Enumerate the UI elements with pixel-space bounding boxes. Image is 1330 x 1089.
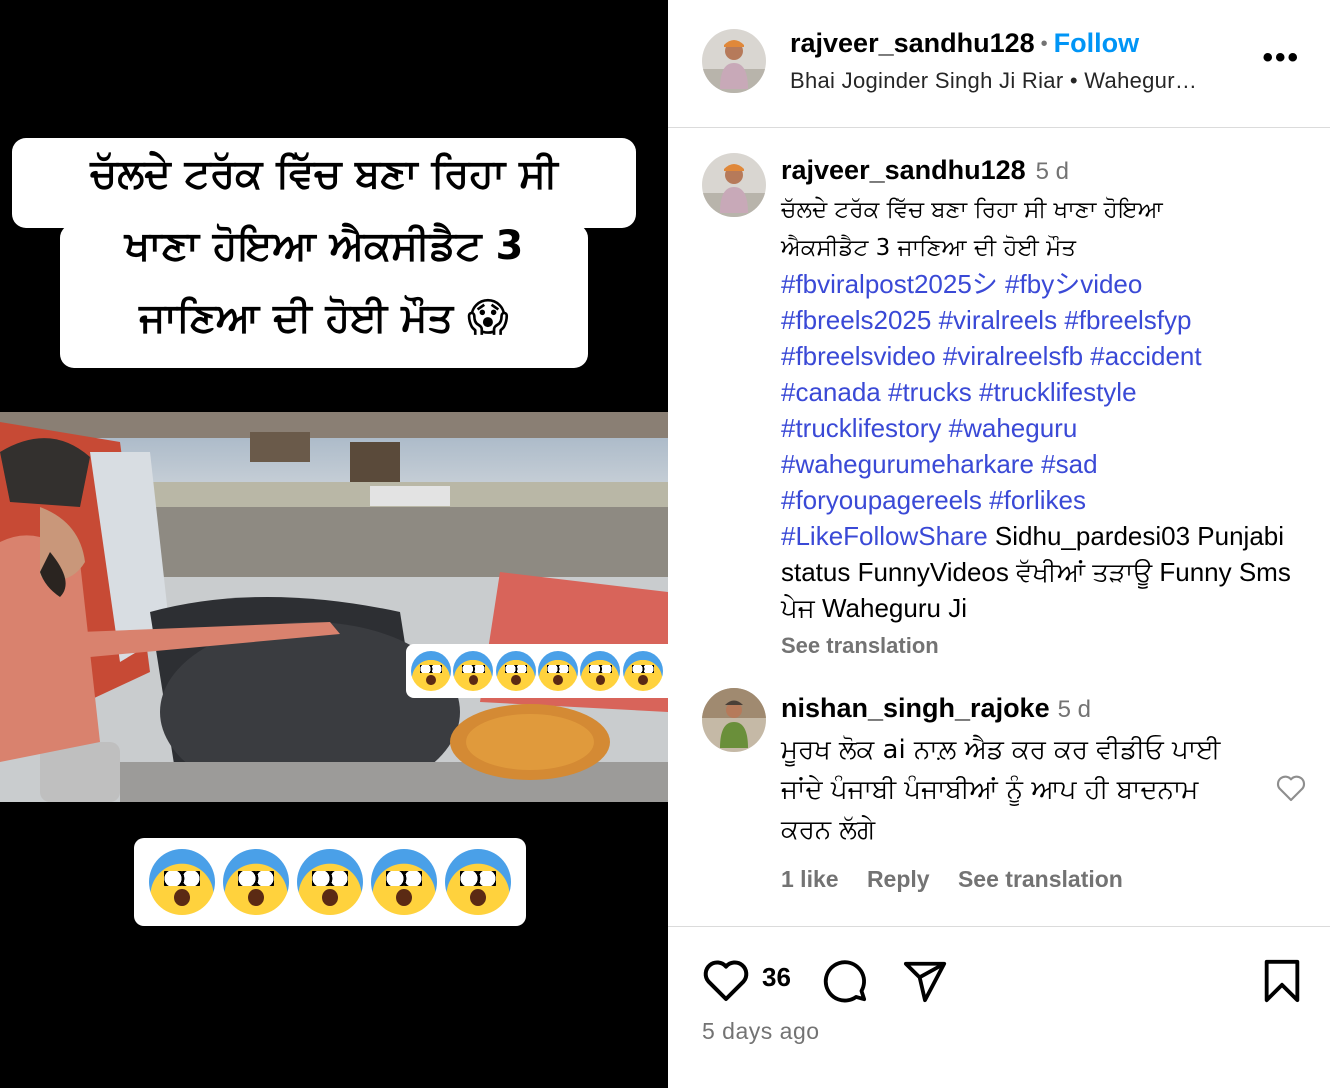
header-title: rajveer_sandhu128 • Follow <box>790 28 1139 59</box>
hashtag-link[interactable]: #fbreels2025 <box>781 305 931 335</box>
hashtag-link[interactable]: #canada <box>781 377 881 407</box>
caption-time: 5 d <box>1035 158 1070 185</box>
scream-emoji <box>223 849 289 915</box>
header-username[interactable]: rajveer_sandhu128 <box>790 28 1035 58</box>
heart-icon[interactable] <box>702 958 750 1002</box>
comment-reply-button[interactable]: Reply <box>867 866 930 892</box>
comment-item: nishan_singh_rajoke 5 d ਮੂਰਖ ਲੋਕ ai ਨਾਲ਼ … <box>781 690 1221 850</box>
post-viewer: ਚੱਲਦੇ ਟਰੱਕ ਵਿੱਚ ਬਣਾ ਰਿਹਾ ਸੀ ਖਾਣਾ ਹੋਇਆ ਐਕ… <box>0 0 1330 1088</box>
scream-emoji <box>297 849 363 915</box>
hashtag-link[interactable]: #LikeFollowShare <box>781 521 988 551</box>
hashtag-link[interactable]: #trucklifestory <box>781 413 941 443</box>
overlay-caption: ਚੱਲਦੇ ਟਰੱਕ ਵਿੱਚ ਬਣਾ ਰਿਹਾ ਸੀ ਖਾਣਾ ਹੋਇਆ ਐਕ… <box>12 138 636 354</box>
comment-actions: 1 like Reply See translation <box>781 866 1145 893</box>
comment-like-count[interactable]: 1 like <box>781 866 839 892</box>
avatar[interactable] <box>702 153 766 217</box>
hashtag-link[interactable]: #trucklifestyle <box>979 377 1137 407</box>
scream-emoji <box>453 651 494 691</box>
hashtag-link[interactable]: #sad <box>1041 449 1097 479</box>
hashtag-link[interactable]: #fbreelsvideo <box>781 341 936 371</box>
scream-emoji <box>622 651 663 691</box>
scream-emoji <box>495 651 536 691</box>
caption-username[interactable]: rajveer_sandhu128 <box>781 155 1026 185</box>
comment-like-icon[interactable] <box>1275 773 1307 803</box>
separator: • <box>1040 33 1048 56</box>
post-media[interactable]: ਚੱਲਦੇ ਟਰੱਕ ਵਿੱਚ ਬਣਾ ਰਿਹਾ ਸੀ ਖਾਣਾ ਹੋਇਆ ਐਕ… <box>0 0 668 1088</box>
post-caption: rajveer_sandhu128 5 d ਚੱਲਦੇ ਟਰੱਕ ਵਿੱਚ ਬਣਾ… <box>781 152 1301 664</box>
hashtag-link[interactable]: #accident <box>1090 341 1201 371</box>
scream-emoji <box>411 651 452 691</box>
hashtag-link[interactable]: #waheguru <box>949 413 1078 443</box>
caption-text: ਚੱਲਦੇ ਟਰੱਕ ਵਿੱਚ ਬਣਾ ਰਿਹਾ ਸੀ ਖਾਣਾ ਹੋਇਆ <box>781 197 1163 223</box>
video-frame <box>0 412 668 802</box>
like-count[interactable]: 36 <box>762 962 791 993</box>
follow-button[interactable]: Follow <box>1054 28 1139 58</box>
caption-text: ਐਕਸੀਡੈਟ 3 ਜਾਣਿਆ ਦੀ ਹੋਈ ਮੌਤ <box>781 235 1076 261</box>
comment-icon[interactable] <box>822 958 868 1004</box>
post-details-panel: rajveer_sandhu128 • Follow Bhai Joginder S… <box>668 0 1330 1088</box>
comment-see-translation[interactable]: See translation <box>958 866 1123 892</box>
hashtag-link[interactable]: #forlikes <box>989 485 1086 515</box>
scream-emoji <box>149 849 215 915</box>
overlay-line: ਚੱਲਦੇ ਟਰੱਕ ਵਿੱਚ ਬਣਾ ਰਿਹਾ ਸੀ <box>90 151 558 197</box>
action-bar <box>668 926 1330 1089</box>
hashtag-link[interactable]: #viralreels <box>939 305 1058 335</box>
hashtag-link[interactable]: #foryoupagereels <box>781 485 982 515</box>
overlay-line: ਜਾਣਿਆ ਦੀ ਹੋਈ ਮੌਤ 😱 <box>139 295 509 341</box>
hashtag-link[interactable]: #viralreelsfb <box>943 341 1083 371</box>
bookmark-icon[interactable] <box>1262 958 1302 1004</box>
hashtag-link[interactable]: #fbreelsfyp <box>1064 305 1191 335</box>
comment-text: ਮੂਰਖ ਲੋਕ ai ਨਾਲ਼ ਐਡ ਕਰ ਕਰ ਵੀਡੀਓ ਪਾਈ ਜਾਂਦ… <box>781 735 1221 845</box>
post-time: 5 days ago <box>702 1018 820 1044</box>
avatar[interactable] <box>702 688 766 752</box>
avatar[interactable] <box>702 29 766 93</box>
overlay-line: ਖਾਣਾ ਹੋਇਆ ਐਕਸੀਡੈਟ 3 <box>124 223 524 269</box>
audio-info[interactable]: Bhai Joginder Singh Ji Riar • Wahegur… <box>790 68 1197 94</box>
share-icon[interactable] <box>902 958 948 1004</box>
scream-emoji <box>371 849 437 915</box>
comment-time: 5 d <box>1057 696 1091 723</box>
see-translation-button[interactable]: See translation <box>781 628 1301 664</box>
hashtag-link[interactable]: #wahegurumeharkare <box>781 449 1034 479</box>
more-options-icon[interactable]: ••• <box>1262 43 1300 73</box>
emoji-strip-large <box>134 838 526 926</box>
emoji-strip <box>406 644 668 698</box>
hashtag-link[interactable]: #trucks <box>888 377 972 407</box>
hashtag-link[interactable]: #fbyシvideo <box>1005 269 1142 299</box>
hashtag-link[interactable]: #fbviralpost2025シ <box>781 269 998 299</box>
scream-emoji <box>445 849 511 915</box>
post-header: rajveer_sandhu128 • Follow Bhai Joginder S… <box>668 0 1330 128</box>
scream-emoji <box>580 651 621 691</box>
comment-username[interactable]: nishan_singh_rajoke <box>781 693 1050 723</box>
scream-emoji <box>538 651 579 691</box>
